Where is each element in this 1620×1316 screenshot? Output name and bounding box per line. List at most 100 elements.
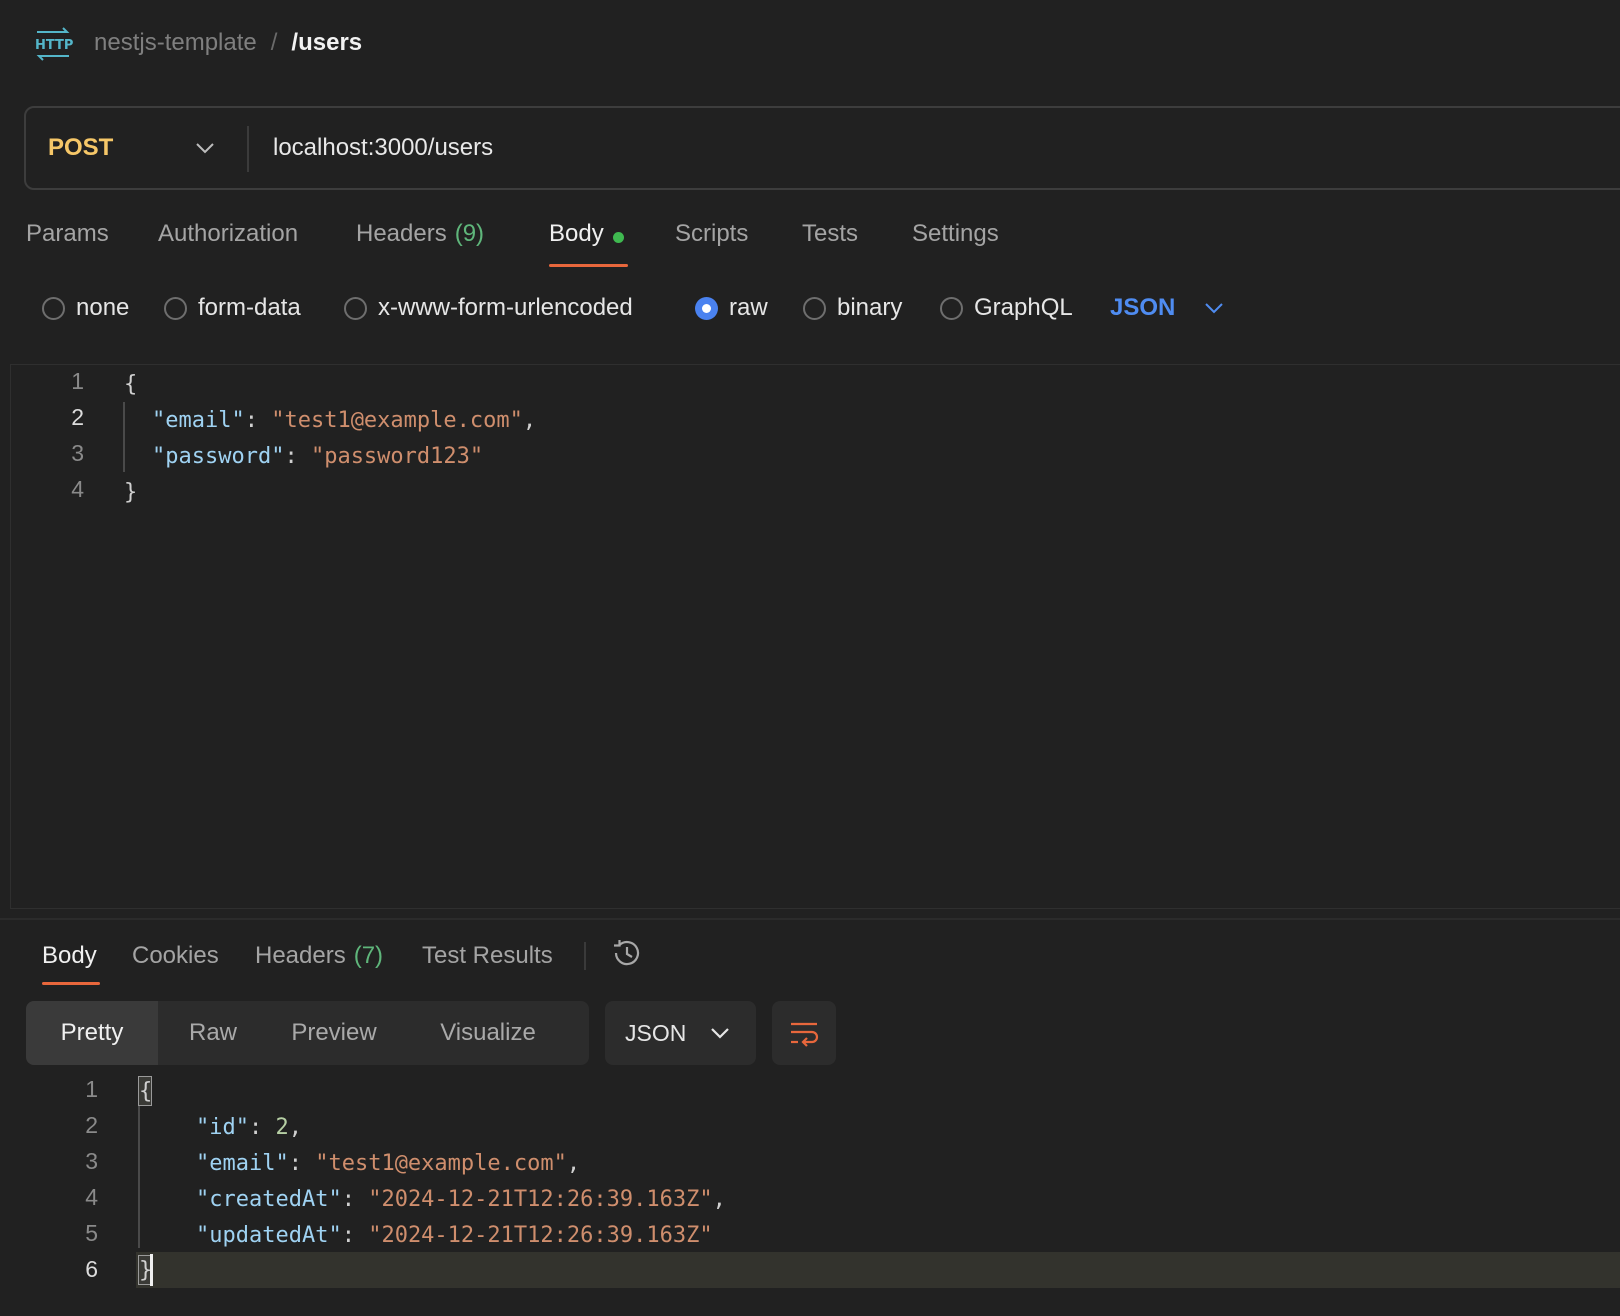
raw-language-select[interactable]: JSON bbox=[1110, 288, 1225, 328]
code-line: "email": "test1@example.com", bbox=[196, 1145, 580, 1181]
history-icon[interactable] bbox=[610, 936, 644, 970]
json-key: "id" bbox=[196, 1114, 249, 1140]
radio-icon bbox=[803, 296, 826, 320]
json-string: "2024-12-21T12:26:39.163Z" bbox=[368, 1222, 713, 1248]
radio-icon bbox=[940, 296, 963, 320]
indent-guide bbox=[138, 1106, 140, 1248]
chevron-down-icon bbox=[1205, 303, 1224, 314]
tab-label: Scripts bbox=[675, 220, 749, 247]
json-colon: : bbox=[248, 1114, 276, 1140]
line-number: 1 bbox=[71, 368, 84, 394]
response-tab-test-results[interactable]: Test Results bbox=[422, 934, 553, 978]
json-key: "email" bbox=[196, 1150, 289, 1176]
view-mode-label: Raw bbox=[188, 1019, 237, 1046]
line-number: 2 bbox=[71, 404, 84, 430]
radio-icon bbox=[344, 296, 367, 320]
radio-label: GraphQL bbox=[974, 294, 1073, 321]
url-divider bbox=[247, 126, 249, 172]
code-line: { bbox=[139, 1073, 152, 1109]
view-mode-preview[interactable]: Preview bbox=[268, 1001, 400, 1065]
view-mode-segmented: Pretty Raw Preview Visualize bbox=[26, 1001, 589, 1065]
method-label: POST bbox=[48, 134, 114, 161]
response-tab-cookies[interactable]: Cookies bbox=[132, 934, 219, 978]
body-type-graphql[interactable]: GraphQL bbox=[940, 288, 1073, 328]
json-string: "test1@example.com" bbox=[271, 407, 523, 433]
tab-separator bbox=[584, 942, 586, 970]
headers-count: (9) bbox=[454, 220, 485, 247]
json-brace: } bbox=[124, 479, 138, 505]
tab-params[interactable]: Params bbox=[26, 212, 109, 268]
tab-label: Settings bbox=[912, 220, 999, 247]
radio-label: form-data bbox=[198, 294, 301, 321]
code-line: { bbox=[124, 366, 137, 402]
code-line: "createdAt": "2024-12-21T12:26:39.163Z", bbox=[196, 1181, 726, 1217]
line-number: 3 bbox=[85, 1148, 98, 1174]
tab-label: Tests bbox=[802, 220, 859, 247]
active-tab-underline bbox=[549, 264, 628, 267]
json-number: 2 bbox=[275, 1114, 289, 1140]
line-number: 3 bbox=[71, 440, 84, 466]
code-line: } bbox=[124, 474, 137, 510]
method-select[interactable]: POST bbox=[26, 108, 248, 188]
url-bar: POST localhost:3000/users bbox=[24, 106, 1620, 190]
pane-splitter[interactable] bbox=[0, 918, 1620, 920]
radio-label: binary bbox=[837, 294, 903, 321]
json-comma: , bbox=[566, 1150, 581, 1176]
breadcrumb-collection[interactable]: nestjs-template bbox=[94, 29, 257, 57]
tab-scripts[interactable]: Scripts bbox=[675, 212, 748, 268]
request-tabs: Params Authorization Headers (9) Body Sc… bbox=[0, 212, 1620, 270]
current-line-highlight bbox=[136, 1252, 1620, 1288]
breadcrumb: nestjs-template / /users bbox=[94, 28, 362, 58]
body-type-raw[interactable]: raw bbox=[695, 288, 768, 328]
response-format-select[interactable]: JSON bbox=[605, 1001, 756, 1065]
url-input[interactable]: localhost:3000/users bbox=[273, 108, 493, 188]
body-type-urlencoded[interactable]: x-www-form-urlencoded bbox=[344, 288, 633, 328]
tab-headers[interactable]: Headers (9) bbox=[356, 212, 484, 268]
request-name[interactable]: /users bbox=[291, 29, 362, 57]
body-indicator-dot bbox=[612, 232, 624, 243]
json-key: "createdAt" bbox=[196, 1186, 342, 1212]
tab-body[interactable]: Body bbox=[549, 212, 624, 268]
body-type-options: none form-data x-www-form-urlencoded raw… bbox=[0, 288, 1620, 328]
line-number: 4 bbox=[71, 476, 84, 502]
code-line: "id": 2, bbox=[196, 1109, 302, 1145]
response-tab-body[interactable]: Body bbox=[42, 934, 97, 978]
line-number: 4 bbox=[85, 1184, 98, 1210]
json-comma: , bbox=[522, 407, 537, 433]
tab-authorization[interactable]: Authorization bbox=[158, 212, 298, 268]
code-line: "password": "password123" bbox=[152, 438, 483, 474]
tab-settings[interactable]: Settings bbox=[912, 212, 999, 268]
breadcrumb-separator: / bbox=[270, 29, 278, 56]
view-mode-pretty[interactable]: Pretty bbox=[26, 1001, 158, 1065]
wrap-lines-icon bbox=[791, 1022, 819, 1047]
response-tabs: Body Cookies Headers (7) Test Results bbox=[0, 934, 1620, 984]
tab-tests[interactable]: Tests bbox=[802, 212, 858, 268]
line-number: 1 bbox=[85, 1076, 98, 1102]
view-mode-label: Pretty bbox=[60, 1019, 124, 1046]
view-mode-raw[interactable]: Raw bbox=[158, 1001, 268, 1065]
json-brace: { bbox=[124, 371, 138, 397]
tab-label: Cookies bbox=[132, 942, 219, 969]
json-brace: { bbox=[139, 1078, 153, 1104]
body-type-binary[interactable]: binary bbox=[803, 288, 902, 328]
view-mode-label: Preview bbox=[291, 1019, 377, 1046]
json-colon: : bbox=[284, 443, 311, 469]
json-key: "updatedAt" bbox=[196, 1222, 342, 1248]
tab-label: Body bbox=[42, 942, 97, 969]
response-tab-headers[interactable]: Headers (7) bbox=[255, 934, 383, 978]
body-type-none[interactable]: none bbox=[42, 288, 129, 328]
json-string: "test1@example.com" bbox=[315, 1150, 567, 1176]
wrap-lines-button[interactable] bbox=[772, 1001, 836, 1065]
body-type-form-data[interactable]: form-data bbox=[164, 288, 301, 328]
radio-icon bbox=[164, 296, 187, 320]
headers-count: (7) bbox=[353, 942, 384, 969]
json-colon: : bbox=[341, 1186, 369, 1212]
radio-icon bbox=[42, 296, 65, 320]
json-colon: : bbox=[244, 407, 272, 433]
tab-label: Test Results bbox=[422, 942, 553, 969]
view-mode-visualize[interactable]: Visualize bbox=[400, 1001, 576, 1065]
json-comma: , bbox=[288, 1114, 302, 1140]
code-line: "email": "test1@example.com", bbox=[152, 402, 536, 438]
line-number: 2 bbox=[85, 1112, 98, 1138]
code-line: "updatedAt": "2024-12-21T12:26:39.163Z" bbox=[196, 1217, 713, 1253]
